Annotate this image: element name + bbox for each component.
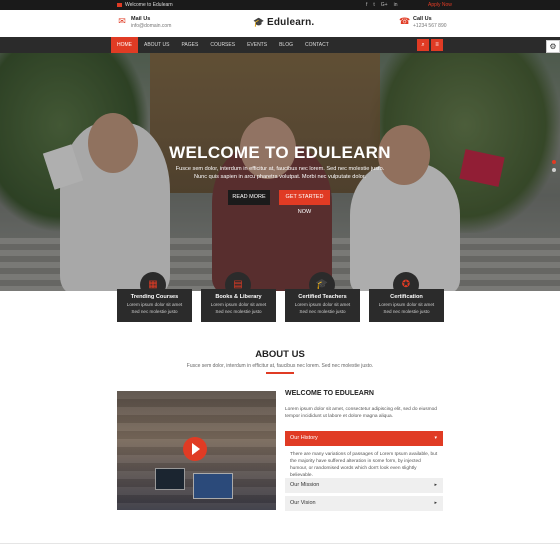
main-nav: HOME ABOUT US PAGES COURSES EVENTS BLOG … xyxy=(0,37,560,53)
twitter-icon[interactable]: t xyxy=(373,1,374,9)
nav-about-us[interactable]: ABOUT US xyxy=(138,37,175,53)
feature-title: Trending Courses xyxy=(130,294,179,300)
site-logo[interactable]: 🎓 Edulearn. xyxy=(253,17,314,28)
top-bar: Welcome to Edulearn f t G+ in Apply Now xyxy=(0,0,560,10)
accordion-body: There are many variations of passages of… xyxy=(290,452,438,478)
facebook-icon[interactable]: f xyxy=(366,1,367,9)
logo-text: Edulearn. xyxy=(267,17,315,28)
about-subtitle: Fusce sem dolor, interdum in efficitur a… xyxy=(186,363,374,369)
welcome-text: Lorem ipsum dolor sit amet, consectetur … xyxy=(285,407,437,419)
slider-dots xyxy=(552,160,556,172)
social-links: f t G+ in xyxy=(366,1,398,9)
gear-icon[interactable]: ⚙ xyxy=(546,40,560,53)
mail-icon: ✉ xyxy=(118,16,126,26)
feature-desc: Lorem ipsum dolor sit amet Sed nec moles… xyxy=(210,302,267,314)
nav-home[interactable]: HOME xyxy=(111,37,138,53)
about-title: ABOUT US xyxy=(255,349,305,360)
google-plus-icon[interactable]: G+ xyxy=(381,1,388,9)
phone-icon: ☎ xyxy=(399,16,411,26)
read-more-button[interactable]: READ MORE xyxy=(228,190,270,205)
section-divider xyxy=(0,543,560,544)
laptop xyxy=(193,473,233,499)
feature-card-books[interactable]: Books & Liberary Lorem ipsum dolor sit a… xyxy=(201,289,276,322)
welcome-note: Welcome to Edulearn xyxy=(117,1,173,9)
call-title: Call Us xyxy=(413,16,432,22)
title-underline xyxy=(266,372,294,374)
monitor xyxy=(155,468,185,490)
accordion-our-vision[interactable]: Our Vision ▸ xyxy=(285,496,443,511)
feature-card-certification[interactable]: Certification Lorem ipsum dolor sit amet… xyxy=(369,289,444,322)
welcome-title: WELCOME TO EDULEARN xyxy=(285,390,374,397)
slider-dot[interactable] xyxy=(552,160,556,164)
nav-pages[interactable]: PAGES xyxy=(175,37,204,53)
accordion-label: Our Vision xyxy=(290,500,316,506)
nav-courses[interactable]: COURSES xyxy=(204,37,241,53)
nav-blog[interactable]: BLOG xyxy=(273,37,299,53)
mail-value[interactable]: info@domain.com xyxy=(131,23,171,29)
feature-title: Books & Liberary xyxy=(215,294,262,300)
feature-card-teachers[interactable]: Certified Teachers Lorem ipsum dolor sit… xyxy=(285,289,360,322)
linkedin-icon[interactable]: in xyxy=(394,1,398,9)
chevron-right-icon: ▸ xyxy=(434,482,437,488)
feature-desc: Lorem ipsum dolor sit amet Sed nec moles… xyxy=(294,302,351,314)
mail-block: ✉ Mail Us info@domain.com xyxy=(117,16,171,29)
header: ✉ Mail Us info@domain.com 🎓 Edulearn. ☎ … xyxy=(0,10,560,37)
accordion-label: Our Mission xyxy=(290,482,320,488)
chevron-right-icon: ▸ xyxy=(434,500,437,506)
accordion-our-mission[interactable]: Our Mission ▸ xyxy=(285,478,443,493)
chevron-down-icon: ▾ xyxy=(434,435,437,441)
hero-subtitle: Fusce sem dolor, interdum in efficitur a… xyxy=(175,166,385,180)
welcome-text: Welcome to Edulearn xyxy=(125,2,173,8)
envelope-icon xyxy=(117,3,122,7)
slider-dot[interactable] xyxy=(552,168,556,172)
menu-icon[interactable]: ≡ xyxy=(431,39,443,51)
mail-title: Mail Us xyxy=(131,16,151,22)
graduation-cap-icon: 🎓 xyxy=(253,17,265,27)
accordion-label: Our History xyxy=(290,435,318,441)
call-value[interactable]: +1234 567 890 xyxy=(413,23,447,29)
feature-title: Certified Teachers xyxy=(298,294,347,300)
apply-now-link[interactable]: Apply Now xyxy=(428,1,452,9)
accordion-our-history[interactable]: Our History ▾ xyxy=(285,431,443,446)
search-icon[interactable]: ⌕ xyxy=(417,39,429,51)
feature-desc: Lorem ipsum dolor sit amet Sed nec moles… xyxy=(126,302,183,314)
feature-card-trending-courses[interactable]: Trending Courses Lorem ipsum dolor sit a… xyxy=(117,289,192,322)
get-started-button[interactable]: GET STARTED NOW xyxy=(279,190,330,215)
nav-events[interactable]: EVENTS xyxy=(241,37,273,53)
feature-desc: Lorem ipsum dolor sit amet Sed nec moles… xyxy=(378,302,435,314)
feature-title: Certification xyxy=(390,294,423,300)
hero-title: WELCOME TO EDULEARN xyxy=(169,143,391,162)
nav-contact[interactable]: CONTACT xyxy=(299,37,335,53)
play-button[interactable] xyxy=(183,437,207,461)
call-block: ☎ Call Us +1234 567 890 xyxy=(399,16,447,29)
